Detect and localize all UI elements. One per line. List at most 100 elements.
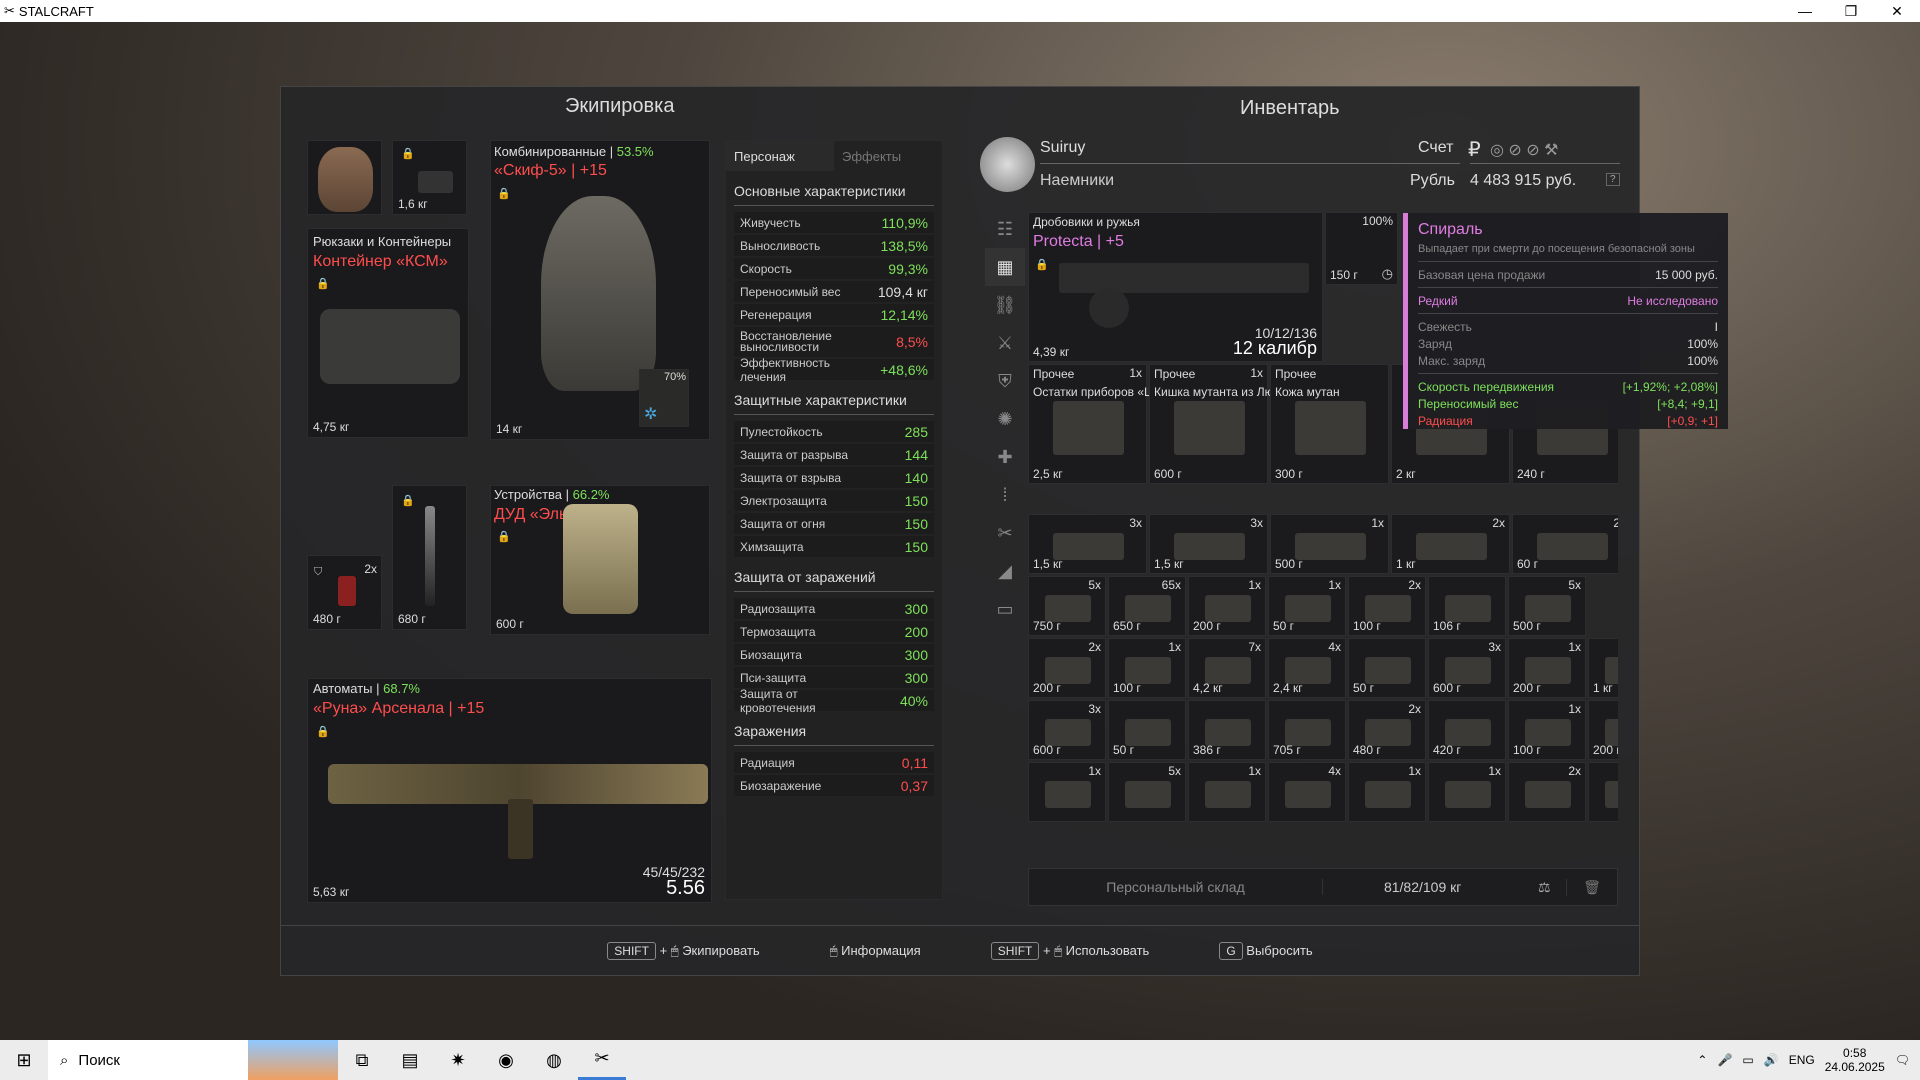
ammo-icon[interactable]: ⁞ (985, 476, 1025, 514)
stat-label: Защита от кровотечения (740, 686, 816, 715)
character-face-slot[interactable] (307, 140, 382, 215)
inventory-cell[interactable]: 2x200 г (1588, 700, 1618, 760)
medkit-icon[interactable]: ✚ (985, 438, 1025, 476)
shield-icon: ⛉ (314, 566, 323, 578)
inventory-cell[interactable]: 300 г Прочее Кожа мутан (1270, 364, 1389, 484)
minimize-button[interactable]: — (1782, 3, 1828, 20)
inventory-cell[interactable]: 5x 500 г (1508, 576, 1586, 636)
inventory-cell[interactable]: 3x 1,5 кг (1149, 514, 1268, 574)
inventory-cell[interactable]: 1x 600 г Прочее Кишка мутанта из Люб... (1149, 364, 1291, 484)
stat-label: Защита от разрыва (740, 447, 849, 462)
inventory-cell[interactable]: 1x 2,5 кг Прочее Остатки приборов «Ше... (1028, 364, 1172, 484)
personal-storage-button[interactable]: Персональный склад (1029, 879, 1323, 895)
inventory-cell[interactable]: 3x 600 г (1028, 700, 1106, 760)
inventory-cell[interactable]: 1x 100 г (1108, 638, 1186, 698)
small-equip-slot[interactable]: 🔒 1,6 кг (392, 140, 467, 215)
trash-icon[interactable]: 🗑 (1567, 879, 1617, 896)
inventory-cell[interactable]: 2x 1 кг (1391, 514, 1510, 574)
close-button[interactable]: ✕ (1874, 3, 1920, 20)
explorer-icon[interactable]: ▤ (386, 1040, 434, 1080)
inventory-cell[interactable]: 2x200 г (1028, 638, 1106, 698)
help-button[interactable]: ? (1606, 173, 1620, 186)
inventory-cell[interactable]: 1x 500 г (1270, 514, 1389, 574)
inventory-cell[interactable]: 1x (1188, 762, 1266, 822)
language-indicator[interactable]: ENG (1789, 1053, 1815, 1067)
storage-bar: Персональный склад 81/82/109 кг ⚖ 🗑 (1028, 868, 1618, 906)
inventory-cell[interactable]: 2x (1508, 762, 1586, 822)
inventory-cell[interactable]: 4x 2,4 кг (1268, 638, 1346, 698)
inventory-cell[interactable]: 1x (1028, 762, 1106, 822)
consumable-slot[interactable]: ⛉ 2x 480 г (307, 555, 382, 630)
inventory-cell[interactable]: 1x 200 г (1188, 576, 1266, 636)
chrome-icon[interactable]: ◍ (530, 1040, 578, 1080)
stat-label: Электрозащита (740, 493, 827, 508)
inventory-cell[interactable]: 1x 50 г (1268, 576, 1346, 636)
inventory-cell[interactable]: 1x 200 г (1508, 638, 1586, 698)
item-icon (1204, 657, 1252, 684)
shotgun-cell[interactable]: Дробовики и ружья Protecta | +5 🔒 10/12/… (1028, 212, 1323, 362)
inventory-cell[interactable]: 3x 1,5 кг (1028, 514, 1147, 574)
inventory-cell[interactable]: 420 г (1428, 700, 1506, 760)
inventory-cell[interactable]: 1x (1428, 762, 1506, 822)
stat-row: Радиозащита 300 (734, 598, 934, 619)
link-icon[interactable]: ⛓ (985, 286, 1025, 324)
chevron-up-icon[interactable]: ⌃ (1697, 1053, 1707, 1067)
tab-effects[interactable]: Эффекты (834, 141, 942, 171)
taskbar-search[interactable]: ⌕ Поиск (48, 1040, 248, 1080)
inventory-cell[interactable]: 50 г (1348, 638, 1426, 698)
inventory-cell[interactable]: 50 г (1108, 700, 1186, 760)
stat-row: Радиация 0,11 (734, 752, 934, 773)
app-star-icon[interactable]: ✷ (434, 1040, 482, 1080)
stat-row: Защита от взрыва 140 (734, 467, 934, 488)
lock-icon: 🔒 (316, 278, 330, 290)
task-view-icon[interactable]: ⧉ (338, 1040, 386, 1080)
inventory-cell[interactable]: 1x 100 г (1508, 700, 1586, 760)
device-slot[interactable]: Устройства | 66.2% ДУД «Эльбрус» 🔒 600 г (490, 485, 710, 635)
armor-module-slot[interactable]: 70% ✲ (639, 369, 689, 427)
windows-start-icon[interactable]: ⊞ (0, 1040, 48, 1080)
inventory-cell[interactable]: 65x 650 г (1108, 576, 1186, 636)
network-icon[interactable]: ▭ (1742, 1053, 1753, 1067)
tab-character[interactable]: Персонаж (726, 141, 834, 171)
tools-icon[interactable]: ✂ (985, 514, 1025, 552)
discord-icon[interactable]: ◉ (482, 1040, 530, 1080)
item-icon (1173, 533, 1246, 560)
inventory-cell[interactable]: 1x (1348, 762, 1426, 822)
inventory-cell[interactable]: 2x60 г (1512, 514, 1618, 574)
ruble-icon[interactable]: ₽ (1468, 137, 1481, 162)
clock[interactable]: 0:58 24.06.2025 (1825, 1046, 1885, 1074)
box-icon[interactable]: ▭ (985, 590, 1025, 628)
backpack-slot[interactable]: Рюкзаки и Контейнеры Контейнер «КСМ» 🔒 4… (307, 228, 469, 438)
misc-icon[interactable]: ◢ (985, 552, 1025, 590)
weapon-icon[interactable]: ⚔ (985, 324, 1025, 362)
inventory-cell[interactable]: 386 г (1188, 700, 1266, 760)
inventory-cell[interactable]: 7x 4,2 кг (1188, 638, 1266, 698)
artifact-icon[interactable]: ✺ (985, 400, 1025, 438)
sort-icon[interactable]: ☷ (985, 210, 1025, 248)
inventory-cell[interactable]: 2x 100 г (1348, 576, 1426, 636)
knife-slot[interactable]: 🔒 680 г (392, 485, 467, 630)
stalcraft-taskbar-icon[interactable]: ✂ (578, 1040, 626, 1080)
weather-icon[interactable] (248, 1040, 338, 1080)
artifact-spiral-cell[interactable]: 100% ◷ 150 г (1325, 212, 1398, 285)
volume-icon[interactable]: 🔊 (1764, 1053, 1779, 1067)
inventory-cell[interactable]: 705 г (1268, 700, 1346, 760)
grid-all-icon[interactable]: ▦ (985, 248, 1025, 286)
armor-icon[interactable]: ⛨ (985, 362, 1025, 400)
inventory-cell[interactable]: 5x1 кг (1588, 638, 1618, 698)
inventory-cell[interactable]: 106 г (1428, 576, 1506, 636)
inventory-cell[interactable]: 5x 750 г (1028, 576, 1106, 636)
inventory-cell[interactable]: 4x (1268, 762, 1346, 822)
mic-icon[interactable]: 🎤 (1717, 1053, 1732, 1067)
inventory-cell[interactable]: 2x 480 г (1348, 700, 1426, 760)
inventory-cell[interactable]: 3x 600 г (1428, 638, 1506, 698)
stat-label: Пулестойкость (740, 424, 823, 439)
inventory-cell[interactable]: 5x (1108, 762, 1186, 822)
restore-button[interactable]: ❐ (1828, 3, 1874, 20)
notification-icon[interactable]: 🗨 (1895, 1053, 1910, 1067)
inventory-cell[interactable]: 1x (1588, 762, 1618, 822)
currency-icons[interactable]: ◎ ⊘ ⊘ ⚒ (1490, 140, 1558, 160)
armor-slot[interactable]: Комбинированные | 53.5% «Скиф-5» | +15 🔒… (490, 140, 710, 440)
rifle-slot[interactable]: Автоматы | 68.7% «Руна» Арсенала | +15 🔒… (307, 678, 712, 903)
stat-value: 200 (904, 623, 928, 640)
